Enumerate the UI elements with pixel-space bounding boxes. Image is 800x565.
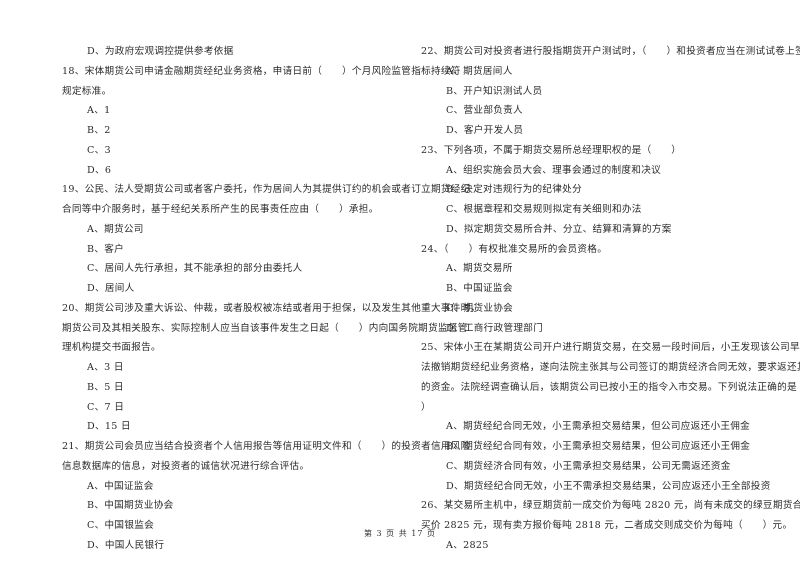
question-stem: 20、期货公司涉及重大诉讼、仲裁，或者股权被冻结或者用于担保，以及发生其他重大事… [62,302,481,314]
option-b: B、5 日 [87,381,124,393]
option-d: D、6 [87,164,112,176]
option-a: A、组织实施会员大会、理事会通过的制度和决议 [446,164,661,176]
question-stem: 18、宋体期货公司申请金融期货经纪业务资格，申请日前（ ）个月风险监管指标持续符 [62,65,461,77]
option-b: B、期货经纪合同有效，小王需承担交易结果，但公司应返还小王佣金 [446,441,751,452]
option-c: C、7 日 [87,401,125,413]
option-d: D、15 日 [87,421,131,433]
option-d: D、居间人 [87,283,135,294]
question-stem: 19、公民、法人受期货公司或者客户委托，作为居间人为其提供订约的机会或者订立期货… [62,184,471,196]
question-stem: 22、期货公司对投资者进行股指期货开户测试时，（ ）和投资者应当在测试试卷上签字… [421,46,800,57]
option-d: D、客户开发人员 [446,125,524,136]
question-26: 26、某交易所主机中，绿豆期货前一成交价为每吨 2820 元，尚有未成交的绿豆期… [421,496,800,555]
question-20: 20、期货公司涉及重大诉讼、仲裁，或者股权被冻结或者用于担保，以及发生其他重大事… [62,299,481,437]
option-c: C、营业部负责人 [446,105,523,117]
page-footer: 第 3 页 共 17 页 [364,529,436,538]
option-b: B、中国证监会 [446,283,513,294]
question-stem: ） [421,401,431,413]
question-23: 23、下列各项，不属于期货交易所总经理职权的是（ ） A、组织实施会员大会、理事… [421,141,766,240]
option-c: C、期货业协会 [446,302,514,314]
option-a: A、中国证监会 [87,480,154,492]
option-a: A、期货居间人 [446,65,513,77]
question-stem: 法撤销期货经纪业务资格，遂向法院主张其与公司签订的期货经济合同无效，要求返还其投… [421,362,800,373]
option-d: D、期货经纪合同无效，小王不需承担交易结果，公司应返还小王全部投资 [446,480,771,492]
option-b: B、中国期货业协会 [87,500,174,512]
question-stem: 23、下列各项，不属于期货交易所总经理职权的是（ ） [421,144,682,156]
option-d: D、拟定期货交易所合并、分立、结算和清算的方案 [446,223,672,235]
option-a: A、1 [87,105,111,117]
option-b: B、开户知识测试人员 [446,85,543,97]
question-stem: 26、某交易所主机中，绿豆期货前一成交价为每吨 2820 元，尚有未成交的绿豆期… [421,500,800,512]
left-column: D、为政府宏观调控提供参考依据 18、宋体期货公司申请金融期货经纪业务资格，申请… [62,42,481,556]
option-d: D、工商行政管理部门 [446,322,544,334]
question-25: 25、宋体小王在某期货公司开户进行期货交易，在交易一段时间后，小王发现该公司早已… [421,338,800,496]
option-c: C、期货经济合同有效，小王需承担交易结果，公司无需返还资金 [446,460,731,472]
question-stem: 21、期货公司会员应当结合投资者个人信用报告等信用证明文件和（ ）的投资者信用风… [62,441,471,452]
question-stem: 的资金。法院经调查确认后，该期货公司已按小王的指令入市交易。下列说法正确的是（ [421,381,800,393]
option-b: B、客户 [87,243,125,255]
option-c: C、3 [87,144,111,156]
option-b: B、2 [87,125,111,136]
question-stem: 信息数据库的信息，对投资者的诚信状况进行综合评估。 [62,460,310,472]
option-a: A、3 日 [87,362,124,373]
question-24: 24、（ ）有权批准交易所的会员资格。 A、期货交易所 B、中国证监会 C、期货… [421,240,766,339]
question-stem: 理机构提交书面报告。 [62,342,161,354]
q17-option-d: D、为政府宏观调控提供参考依据 [87,46,234,57]
option-c: C、根据章程和交易规则拟定有关细则和办法 [446,204,642,215]
option-a: A、期货公司 [87,223,144,235]
question-18: 18、宋体期货公司申请金融期货经纪业务资格，申请日前（ ）个月风险监管指标持续符… [62,62,461,181]
option-b: B、决定对违规行为的纪律处分 [446,184,582,196]
option-a: A、期货经纪合同无效，小王需承担交易结果，但公司应返还小王佣金 [446,421,751,433]
question-stem: 规定标准。 [62,85,112,97]
right-column: 22、期货公司对投资者进行股指期货开户测试时，（ ）和投资者应当在测试试卷上签字… [421,42,800,556]
question-stem: 24、（ ）有权批准交易所的会员资格。 [421,243,608,255]
question-19: 19、公民、法人受期货公司或者客户委托，作为居间人为其提供订约的机会或者订立期货… [62,180,471,299]
question-stem: 合同等中介服务时，基于经纪关系所产生的民事责任应由（ ）承担。 [62,204,379,215]
question-stem: 25、宋体小王在某期货公司开户进行期货交易，在交易一段时间后，小王发现该公司早已… [421,342,800,354]
option-c: C、居间人先行承担，其不能承担的部分由委托人 [87,263,303,275]
question-22: 22、期货公司对投资者进行股指期货开户测试时，（ ）和投资者应当在测试试卷上签字… [421,42,800,141]
question-stem: 期货公司及其相关股东、实际控制人应当自该事件发生之日起（ ）内向国务院期货监督管 [62,322,468,334]
option-a: A、期货交易所 [446,263,513,275]
